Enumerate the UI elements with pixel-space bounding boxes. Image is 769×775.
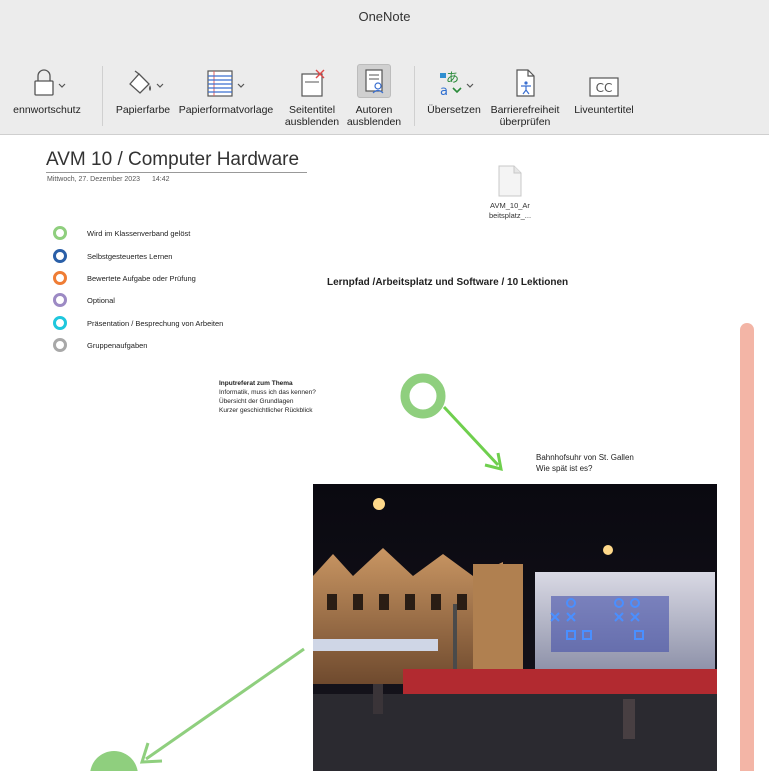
note-page[interactable]: AVM 10 / Computer Hardware Mittwoch, 27.… xyxy=(0,135,769,771)
station-clock-photo[interactable] xyxy=(313,484,717,771)
ribbon-separator xyxy=(414,66,415,126)
legend-item-self-learning: Selbstgesteuertes Lernen xyxy=(53,249,172,263)
note-line: Kurzer geschichtlicher Rückblick xyxy=(219,407,313,414)
hide-authors-label-1: Autoren xyxy=(355,104,393,116)
hide-page-title-label-2: ausblenden xyxy=(284,116,340,128)
attachment-name-1: AVM_10_Ar xyxy=(490,201,530,210)
accessibility-check-label-2: überprüfen xyxy=(499,116,551,128)
live-captions-button[interactable]: CC Liveuntertitel xyxy=(566,68,642,116)
legend-item-class: Wird im Klassenverband gelöst xyxy=(53,226,190,240)
ribbon-separator xyxy=(102,66,103,126)
page-time: 14:42 xyxy=(152,176,170,183)
paper-template-label: Papierformatvorlage xyxy=(178,104,274,116)
cc-glyph: CC xyxy=(596,81,613,95)
accessibility-check-label-1: Barrierefreiheit xyxy=(490,104,560,116)
paper-template-button[interactable]: Papierformatvorlage xyxy=(176,68,276,116)
accessibility-check-button[interactable]: Barrierefreiheit überprüfen xyxy=(486,68,564,128)
translate-label: Übersetzen xyxy=(427,104,481,116)
legend-item-presentation: Präsentation / Besprechung von Arbeiten xyxy=(53,316,223,330)
title-bar: OneNote xyxy=(0,0,769,38)
orange-circle-icon xyxy=(53,271,67,285)
live-captions-label: Liveuntertitel xyxy=(574,104,634,116)
legend-item-optional: Optional xyxy=(53,293,115,307)
legend-label: Präsentation / Besprechung von Arbeiten xyxy=(87,318,224,328)
hide-authors-icon xyxy=(357,64,391,98)
paper-color-label: Papierfarbe xyxy=(115,104,171,116)
hide-title-icon xyxy=(301,69,325,97)
page-title[interactable]: AVM 10 / Computer Hardware xyxy=(46,149,299,171)
paper-color-button[interactable]: Papierfarbe xyxy=(112,68,174,116)
hide-page-title-button[interactable]: Seitentitel ausblenden xyxy=(282,68,342,128)
legend-label: Selbstgesteuertes Lernen xyxy=(87,251,173,261)
green-circle-icon xyxy=(53,226,67,240)
attachment-name-2: beitsplatz_... xyxy=(488,211,532,220)
lock-icon xyxy=(34,69,66,96)
legend-label: Bewertete Aufgabe oder Prüfung xyxy=(87,273,196,283)
translate-button[interactable]: あ a Übersetzen xyxy=(424,68,484,116)
station-note-line: Bahnhofsuhr von St. Gallen xyxy=(536,453,634,462)
legend-item-graded: Bewertete Aufgabe oder Prüfung xyxy=(53,271,196,285)
file-attachment[interactable]: AVM_10_Ar beitsplatz_... xyxy=(470,165,550,221)
window-title: OneNote xyxy=(358,9,411,24)
hide-page-title-label-1: Seitentitel xyxy=(288,104,336,116)
closed-captions-icon: CC xyxy=(589,77,619,97)
password-protection-button[interactable]: ennwortschutz xyxy=(2,68,92,116)
title-underline xyxy=(46,172,307,173)
station-night-image xyxy=(313,484,717,771)
note-heading: Inputreferat zum Thema xyxy=(219,380,293,387)
legend-label: Gruppenaufgaben xyxy=(87,340,148,350)
station-clock-note[interactable]: Bahnhofsuhr von St. Gallen Wie spät ist … xyxy=(536,452,634,474)
hide-authors-button[interactable]: Autoren ausblenden xyxy=(344,64,404,128)
ribbon-toolbar: ennwortschutz Papierfarbe Papierformatvo… xyxy=(0,38,769,135)
note-line: Informatik, muss ich das kennen? xyxy=(219,389,316,396)
gray-circle-icon xyxy=(53,338,67,352)
password-protection-label: ennwortschutz xyxy=(13,104,81,116)
purple-circle-icon xyxy=(53,293,67,307)
accessibility-icon xyxy=(516,69,535,97)
legend-label: Optional xyxy=(87,295,115,305)
page-date: Mittwoch, 27. Dezember 2023 xyxy=(47,176,140,183)
file-icon xyxy=(498,165,522,197)
legend-label: Wird im Klassenverband gelöst xyxy=(87,228,191,238)
translate-glyph-a: a xyxy=(440,84,448,98)
hide-authors-label-2: ausblenden xyxy=(346,116,402,128)
green-arrow-icon xyxy=(442,405,503,472)
learning-path-title[interactable]: Lernpfad /Arbeitsplatz und Software / 10… xyxy=(327,277,568,288)
translate-icon: あ a xyxy=(440,71,474,98)
legend-item-group: Gruppenaufgaben xyxy=(53,338,147,352)
ruled-paper-icon xyxy=(207,70,245,97)
green-circle-partial-icon xyxy=(90,751,138,771)
paint-bucket-icon xyxy=(129,70,164,94)
vertical-scrollbar[interactable] xyxy=(740,323,754,771)
blue-circle-icon xyxy=(53,249,67,263)
note-line: Übersicht der Grundlagen xyxy=(219,398,294,405)
input-talk-note[interactable]: Inputreferat zum Thema Informatik, muss … xyxy=(219,379,316,415)
station-note-line: Wie spät ist es? xyxy=(536,464,593,473)
cyan-circle-icon xyxy=(53,316,67,330)
